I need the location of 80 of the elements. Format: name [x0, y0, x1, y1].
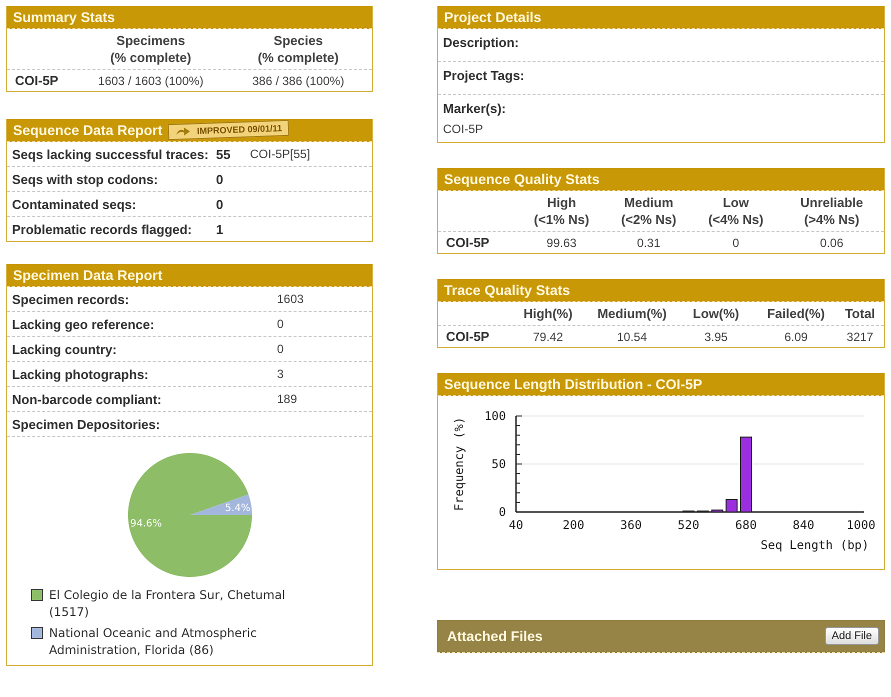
- y-tick-label: 100: [484, 409, 506, 423]
- table-cell-text: 3.95: [703, 330, 729, 344]
- column-header: Unreliable (>4% Ns): [799, 194, 864, 228]
- table-cell-text: 1603 / 1603 (100%): [97, 74, 204, 88]
- arrow-icon: [175, 126, 192, 137]
- x-tick-label: 840: [792, 518, 814, 532]
- row-label: Lacking country:: [12, 342, 118, 356]
- improved-badge: IMPROVED 09/01/11: [168, 120, 290, 140]
- column-header: Total: [844, 305, 876, 322]
- row-label: Marker(s):: [443, 101, 506, 116]
- bar: [711, 510, 724, 512]
- row-value: 0: [216, 172, 224, 186]
- table-cell-text: 99.63: [546, 236, 578, 250]
- marker-cell-text: COI-5P: [445, 329, 490, 344]
- column-header: Failed(%): [766, 305, 826, 322]
- panel-header: Sequence Quality Stats: [438, 168, 884, 191]
- add-file-button[interactable]: Add File: [824, 627, 879, 645]
- table-cell-text: 0.31: [636, 236, 662, 250]
- row-label: Project Tags:: [443, 68, 524, 83]
- row-label: Problematic records flagged:: [12, 222, 193, 236]
- table-cell-text: 3217: [846, 330, 874, 344]
- table-cell-text: 0.06: [819, 236, 844, 250]
- panel-header: Sequence Data Report: [13, 122, 162, 138]
- column-header: High (<1% Ns): [532, 194, 590, 228]
- y-axis-title: Frequency (%): [452, 417, 466, 511]
- row-value: 0: [277, 317, 284, 331]
- row-label: Specimen records:: [12, 292, 130, 306]
- slice-label: 94.6%: [130, 518, 162, 530]
- x-tick-label: 360: [620, 518, 642, 532]
- y-tick-label: 50: [492, 457, 506, 471]
- row-value: 1603: [277, 292, 304, 306]
- x-tick-label: 200: [562, 518, 584, 532]
- column-header: Species (% complete): [256, 32, 340, 66]
- panel-header: Trace Quality Stats: [438, 279, 884, 302]
- row-label: Description:: [443, 35, 519, 50]
- panel-header: Attached Files: [447, 628, 543, 644]
- marker-cell-text: COI-5P: [445, 235, 490, 250]
- table-cell-text: 386 / 386 (100%): [251, 74, 346, 88]
- legend-label: National Oceanic and Atmospheric Administration, Florida (86): [49, 625, 258, 659]
- row-label: Non-barcode compliant:: [12, 392, 163, 406]
- column-header: Low(%): [692, 305, 740, 322]
- table-cell-text: 10.54: [616, 330, 648, 344]
- row-value: 189: [277, 392, 298, 406]
- row-value: 55: [216, 146, 232, 162]
- row-value: 0: [216, 196, 224, 212]
- column-header: Medium (<2% Ns): [620, 194, 678, 228]
- y-tick-label: 0: [498, 505, 506, 519]
- row-label: Seqs lacking successful traces:: [12, 146, 210, 162]
- legend-label: El Colegio de la Frontera Sur, Chetumal (1517): [49, 587, 286, 621]
- marker-cell-text: COI-5P: [14, 73, 60, 88]
- table-cell-text: 79.42: [532, 330, 564, 344]
- row-detail: COI-5P[55]: [250, 147, 310, 161]
- x-tick-label: 1000: [846, 518, 876, 532]
- column-header: Specimens (% complete): [109, 32, 192, 66]
- row-label: Seqs with stop codons:: [12, 172, 159, 186]
- panel-header: Summary Stats: [7, 6, 372, 29]
- table-cell-text: 6.09: [783, 330, 809, 344]
- row-value: 1: [216, 222, 224, 236]
- column-header: High(%): [522, 305, 574, 322]
- table-cell-text: 0: [732, 236, 740, 250]
- x-tick-label: 520: [678, 518, 700, 532]
- row-label: Lacking geo reference:: [12, 316, 156, 332]
- panel-header: Specimen Data Report: [7, 264, 372, 287]
- bar: [682, 510, 694, 513]
- x-axis-title: Seq Length (bp): [760, 538, 869, 552]
- row-label: Contaminated seqs:: [12, 196, 138, 212]
- row-label: Lacking photographs:: [12, 366, 150, 382]
- row-value: 3: [277, 367, 284, 381]
- row-label: Specimen Depositories:: [12, 416, 160, 432]
- x-tick-label: 40: [508, 518, 524, 532]
- column-header: Low (<4% Ns): [707, 194, 764, 228]
- bar: [696, 510, 709, 513]
- row-value: 0: [277, 342, 284, 356]
- panel-header: Sequence Length Distribution - COI-5P: [438, 373, 884, 396]
- panel-header: Project Details: [438, 6, 884, 29]
- bar: [726, 499, 738, 512]
- column-header: Medium(%): [596, 305, 668, 322]
- slice-label: 5.4%: [224, 502, 250, 514]
- row-value: COI-5P: [443, 122, 484, 136]
- x-tick-label: 680: [735, 518, 757, 532]
